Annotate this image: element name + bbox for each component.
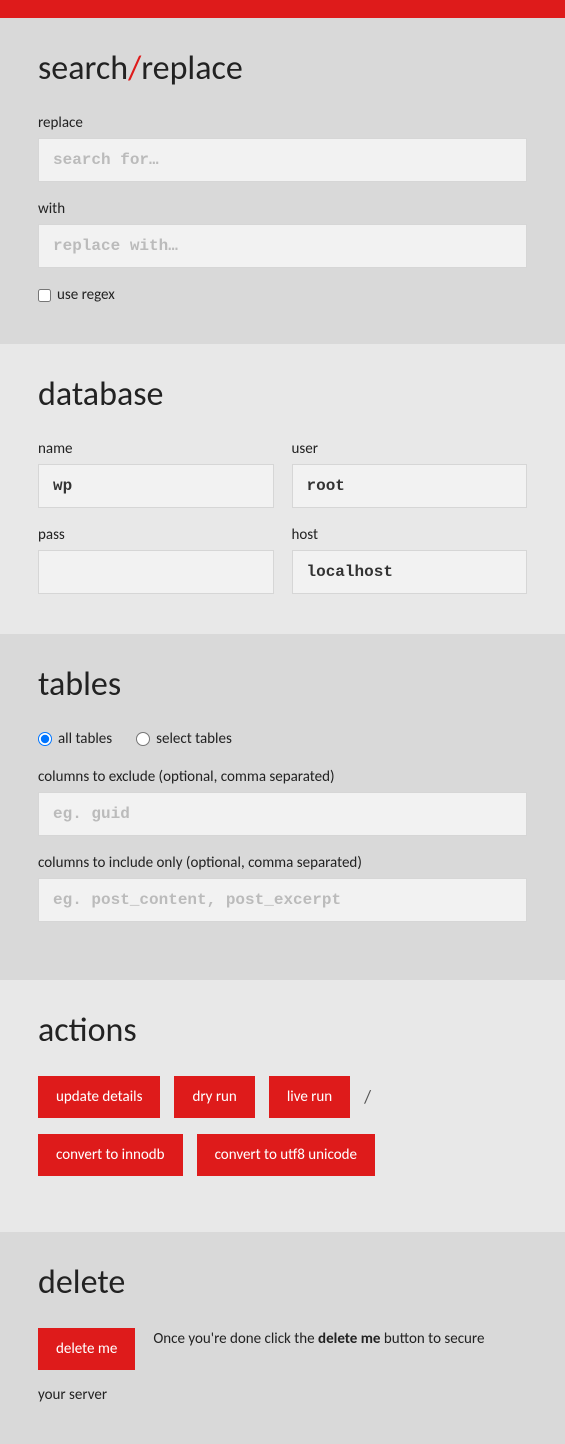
- db-name-label: name: [38, 440, 274, 458]
- use-regex-checkbox[interactable]: [38, 289, 51, 302]
- db-user-label: user: [292, 440, 528, 458]
- db-host-input[interactable]: [292, 550, 528, 594]
- include-input[interactable]: [38, 878, 527, 922]
- slash-separator: /: [364, 1086, 371, 1108]
- with-label: with: [38, 200, 527, 218]
- select-tables-label: select tables: [156, 730, 232, 748]
- top-bar: [0, 0, 565, 18]
- delete-instruction-line2: your server: [38, 1386, 527, 1404]
- db-host-label: host: [292, 526, 528, 544]
- actions-heading: actions: [38, 1010, 527, 1051]
- section-tables: tables all tables select tables columns …: [0, 634, 565, 980]
- replace-label: replace: [38, 114, 527, 132]
- title-search: search: [38, 48, 128, 89]
- section-delete: delete delete me Once you're done click …: [0, 1232, 565, 1444]
- include-label: columns to include only (optional, comma…: [38, 854, 527, 872]
- convert-innodb-button[interactable]: convert to innodb: [38, 1134, 183, 1176]
- page-title: search/replace: [38, 48, 527, 89]
- use-regex-label: use regex: [57, 286, 115, 304]
- search-input[interactable]: [38, 138, 527, 182]
- all-tables-label: all tables: [58, 730, 112, 748]
- select-tables-radio[interactable]: [136, 732, 150, 746]
- exclude-label: columns to exclude (optional, comma sepa…: [38, 768, 527, 786]
- all-tables-radio[interactable]: [38, 732, 52, 746]
- slash-icon: /: [128, 48, 141, 89]
- db-name-input[interactable]: [38, 464, 274, 508]
- db-user-input[interactable]: [292, 464, 528, 508]
- section-database: database name user pass host: [0, 344, 565, 634]
- section-search-replace: search/replace replace with use regex: [0, 18, 565, 344]
- section-actions: actions update details dry run live run …: [0, 980, 565, 1232]
- delete-heading: delete: [38, 1262, 527, 1303]
- db-pass-input[interactable]: [38, 550, 274, 594]
- live-run-button[interactable]: live run: [269, 1076, 350, 1118]
- replace-with-input[interactable]: [38, 224, 527, 268]
- db-pass-label: pass: [38, 526, 274, 544]
- delete-instruction: Once you're done click the delete me but…: [153, 1328, 527, 1351]
- dry-run-button[interactable]: dry run: [174, 1076, 254, 1118]
- delete-me-button[interactable]: delete me: [38, 1328, 135, 1370]
- database-heading: database: [38, 374, 527, 415]
- title-replace: replace: [141, 48, 243, 89]
- tables-heading: tables: [38, 664, 527, 705]
- convert-utf8-button[interactable]: convert to utf8 unicode: [197, 1134, 375, 1176]
- update-details-button[interactable]: update details: [38, 1076, 160, 1118]
- exclude-input[interactable]: [38, 792, 527, 836]
